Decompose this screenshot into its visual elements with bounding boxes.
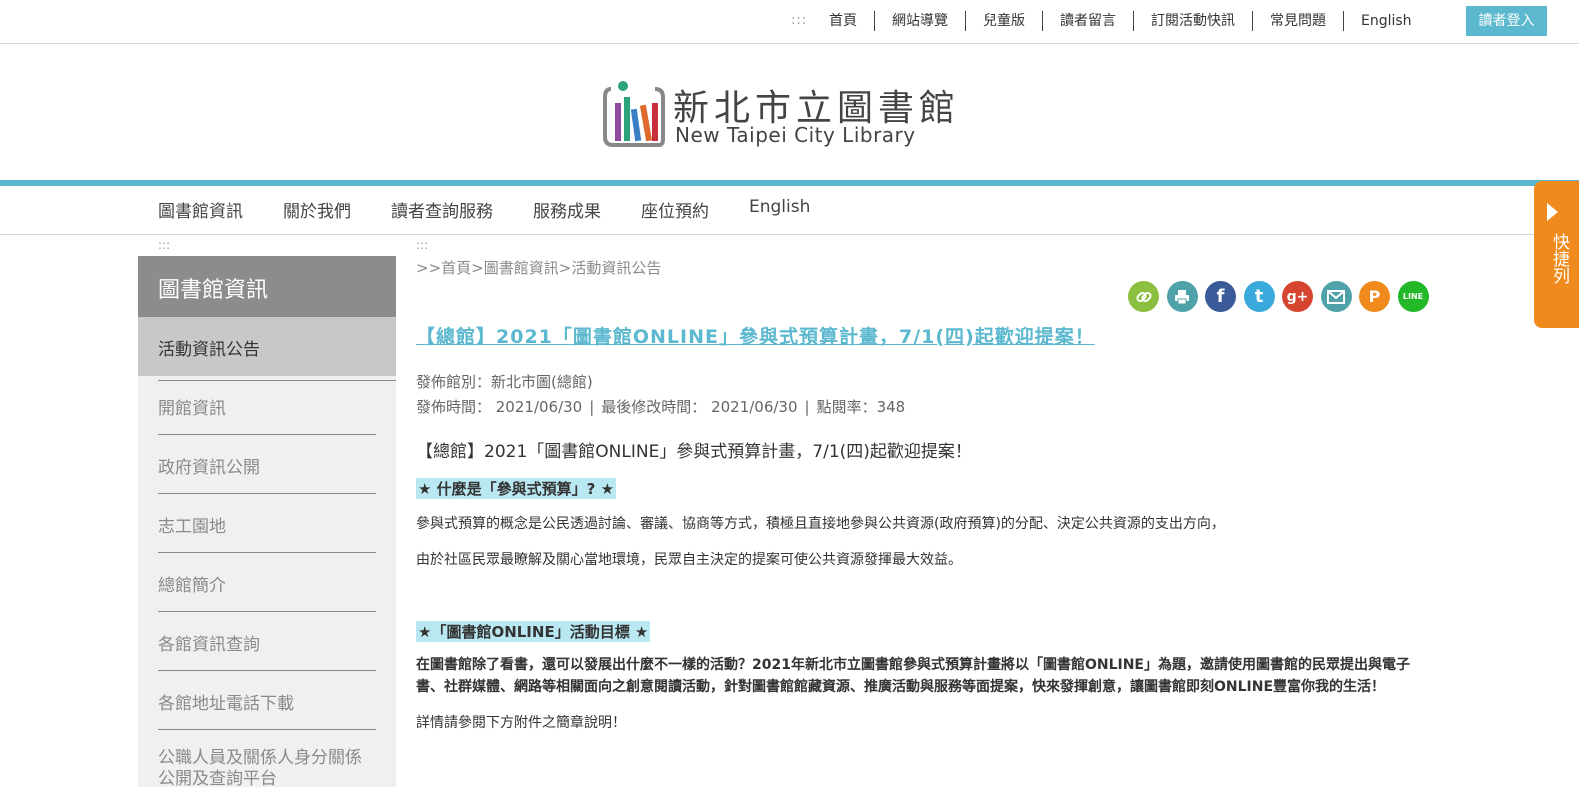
link-icon[interactable] xyxy=(1128,281,1159,312)
nav-about-us[interactable]: 關於我們 xyxy=(283,197,351,222)
play-arrow-icon xyxy=(1547,203,1558,221)
article-title[interactable]: 【總館】2021「圖書館ONLINE」參與式預算計畫，7/1(四)起歡迎提案！ xyxy=(416,322,1416,349)
googleplus-icon[interactable]: g+ xyxy=(1282,281,1313,312)
top-link-faq[interactable]: 常見問題 xyxy=(1252,11,1343,31)
sidebar-item-main-library-intro[interactable]: 總館簡介 xyxy=(158,553,376,612)
accesskey-sidebar[interactable]: ::: xyxy=(158,238,170,252)
top-link-subscribe[interactable]: 訂閱活動快訊 xyxy=(1133,11,1252,31)
facebook-icon[interactable]: f xyxy=(1205,281,1236,312)
sidebar-item-opening-info[interactable]: 開館資訊 xyxy=(158,376,376,435)
nav-seat-reservation[interactable]: 座位預約 xyxy=(641,197,709,222)
meta-branch: 發佈館別：新北市圖(總館) xyxy=(416,373,593,391)
meta-publish-time: 發佈時間： 2021/06/30 xyxy=(416,398,583,416)
site-logo[interactable]: 新北市立圖書館 New Taipei City Library xyxy=(603,79,973,149)
breadcrumb-section[interactable]: 圖書館資訊 xyxy=(484,259,559,277)
breadcrumb-current[interactable]: 活動資訊公告 xyxy=(571,259,661,277)
accesskey-content[interactable]: ::: xyxy=(416,238,428,252)
line-icon[interactable]: LINE xyxy=(1397,281,1429,312)
article-lead: 【總館】2021「圖書館ONLINE」參與式預算計畫，7/1(四)起歡迎提案！ xyxy=(416,442,972,462)
top-link-english[interactable]: English xyxy=(1343,11,1429,31)
section-heading-what-is: ★ 什麼是「參與式預算」? ★ xyxy=(416,478,617,499)
reader-login-button[interactable]: 讀者登入 xyxy=(1466,6,1547,36)
paragraph: 詳情請參閱下方附件之簡章說明！ xyxy=(416,715,626,731)
top-links: 首頁 網站導覽 兒童版 讀者留言 訂閱活動快訊 常見問題 English xyxy=(812,10,1429,32)
breadcrumb-separator: > xyxy=(558,259,572,277)
nav-reader-services[interactable]: 讀者查詢服務 xyxy=(391,197,493,222)
accesskey-top[interactable]: ::: xyxy=(791,13,807,28)
plurk-icon[interactable]: P xyxy=(1359,281,1390,312)
email-icon[interactable] xyxy=(1320,281,1352,312)
top-utility-bar: ::: 首頁 網站導覽 兒童版 讀者留言 訂閱活動快訊 常見問題 English… xyxy=(0,0,1579,44)
breadcrumb: >>首頁>圖書館資訊>活動資訊公告 xyxy=(416,257,661,278)
top-link-guestbook[interactable]: 讀者留言 xyxy=(1042,11,1133,31)
share-toolbar: f t g+ P LINE xyxy=(1128,281,1436,312)
nav-service-results[interactable]: 服務成果 xyxy=(533,197,601,222)
top-link-kids[interactable]: 兒童版 xyxy=(965,11,1042,31)
article-meta: 發佈館別：新北市圖(總館) 發佈時間： 2021/06/30 | 最後修改時間： 2… xyxy=(416,370,905,420)
quick-bar-toggle[interactable]: 快捷列 xyxy=(1534,181,1579,328)
sidebar: 圖書館資訊 活動資訊公告 開館資訊 政府資訊公開 志工園地 總館簡介 各館資訊查… xyxy=(138,256,396,787)
quick-bar-label: 快捷列 xyxy=(1549,233,1569,284)
paragraph: 由於社區民眾最瞭解及關心當地環境，民眾自主決定的提案可使公共資源發揮最大效益。 xyxy=(416,552,962,568)
main-nav: 圖書館資訊 關於我們 讀者查詢服務 服務成果 座位預約 English xyxy=(0,186,1579,235)
sidebar-item-officials-disclosure[interactable]: 公職人員及關係人身分關係公開及查詢平台 xyxy=(158,730,376,787)
print-icon[interactable] xyxy=(1166,281,1198,312)
sidebar-item-branch-search[interactable]: 各館資訊查詢 xyxy=(158,612,376,671)
sidebar-item-government-info[interactable]: 政府資訊公開 xyxy=(158,435,376,494)
sidebar-item-volunteer[interactable]: 志工園地 xyxy=(158,494,376,553)
twitter-icon[interactable]: t xyxy=(1243,281,1275,312)
library-logo-icon xyxy=(603,81,665,147)
nav-library-info[interactable]: 圖書館資訊 xyxy=(158,197,243,222)
nav-english[interactable]: English xyxy=(749,197,810,222)
paragraph: 參與式預算的概念是公民透過討論、審議、協商等方式，積極且直接地參與公共資源(政府… xyxy=(416,516,1225,532)
top-link-sitemap[interactable]: 網站導覽 xyxy=(874,11,965,31)
logo-title-en: New Taipei City Library xyxy=(675,123,916,147)
article-body: 【總館】2021「圖書館ONLINE」參與式預算計畫，7/1(四)起歡迎提案！ … xyxy=(416,437,1426,734)
sidebar-heading: 圖書館資訊 xyxy=(138,256,396,317)
sidebar-item-activity-announcements[interactable]: 活動資訊公告 xyxy=(138,317,396,376)
meta-modified-time: 最後修改時間： 2021/06/30 xyxy=(601,398,798,416)
sidebar-item-branch-contacts-download[interactable]: 各館地址電話下載 xyxy=(158,671,376,730)
section-heading-goals: ★「圖書館ONLINE」活動目標 ★ xyxy=(416,621,651,642)
meta-view-count: 點閱率：348 xyxy=(816,398,906,416)
breadcrumb-prefix: >> xyxy=(416,259,442,277)
breadcrumb-separator: > xyxy=(471,259,484,277)
breadcrumb-home[interactable]: 首頁 xyxy=(441,259,471,277)
top-link-home[interactable]: 首頁 xyxy=(812,11,874,31)
paragraph: 在圖書館除了看書，還可以發展出什麼不一樣的活動？2021年新北市立圖書館參與式預… xyxy=(416,657,1410,695)
